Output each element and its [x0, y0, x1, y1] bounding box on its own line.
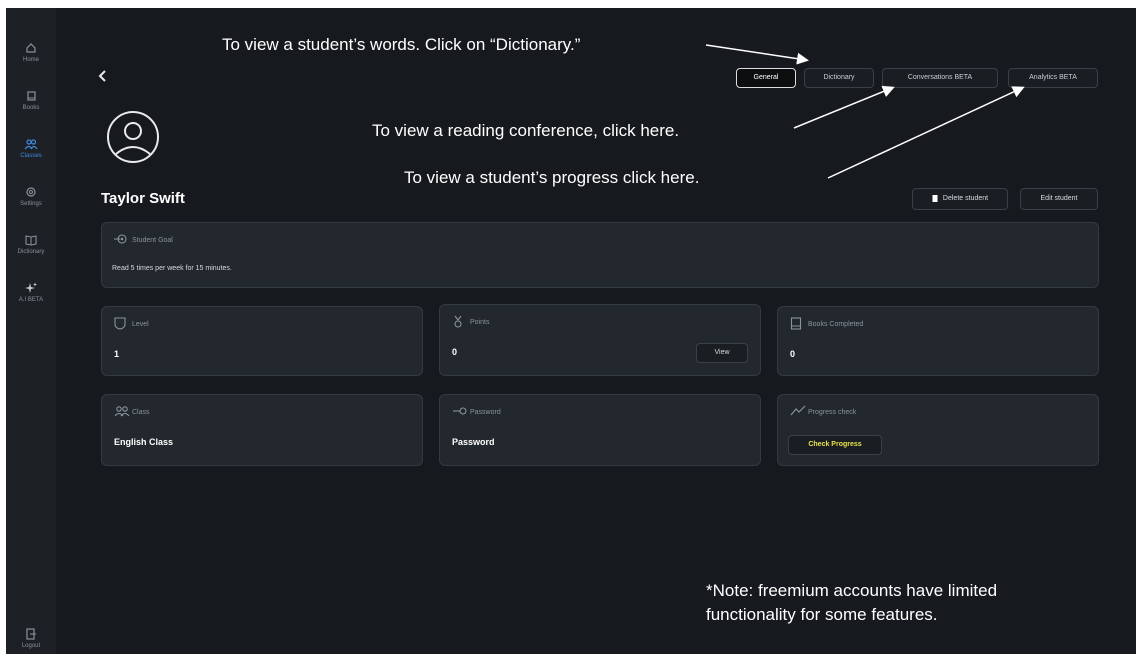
- app-window: Home Books Classes Settings Dictionary A…: [6, 8, 1136, 654]
- arrow-to-dictionary: [705, 44, 809, 65]
- annotation-arrows: [705, 44, 1025, 179]
- note-line: *Note: freemium accounts have limited: [706, 581, 998, 600]
- freemium-note: *Note: freemium accounts have limited fu…: [706, 579, 997, 627]
- note-line: functionality for some features.: [706, 605, 938, 624]
- arrow-to-conversations: [793, 85, 895, 129]
